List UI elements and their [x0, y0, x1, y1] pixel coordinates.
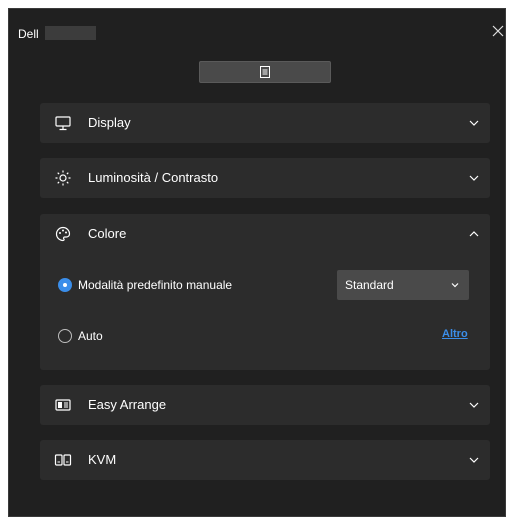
model-name-redacted: [45, 26, 96, 40]
title-bar: Dell: [9, 9, 505, 49]
preset-select-value: Standard: [345, 278, 394, 292]
section-easy-arrange: Easy Arrange: [40, 385, 490, 425]
chevron-down-icon: [469, 402, 479, 408]
section-kvm-label: KVM: [88, 452, 117, 467]
close-icon: [492, 25, 504, 37]
section-kvm: KVM: [40, 440, 490, 480]
auto-label: Auto: [78, 329, 103, 343]
kvm-icon: [54, 454, 72, 466]
auto-radio[interactable]: [58, 329, 72, 343]
chevron-down-icon: [451, 283, 459, 288]
section-display: Display: [40, 103, 490, 143]
palette-icon: [55, 226, 71, 242]
section-display-label: Display: [88, 115, 131, 130]
close-button[interactable]: [491, 24, 505, 38]
section-color: Colore Modalità predefinito manuale Stan…: [40, 214, 490, 370]
chevron-down-icon: [469, 120, 479, 126]
chevron-up-icon: [469, 231, 479, 237]
more-link[interactable]: Altro: [442, 328, 468, 341]
manual-preset-radio[interactable]: [58, 278, 72, 292]
layout-icon: [55, 399, 71, 411]
manual-preset-label: Modalità predefinito manuale: [78, 278, 233, 292]
section-easy-arrange-header[interactable]: Easy Arrange: [40, 385, 490, 425]
app-window: Dell Display Luminosità / Contrasto Colo…: [8, 8, 506, 517]
menu-button[interactable]: [199, 61, 331, 83]
chevron-down-icon: [469, 457, 479, 463]
preset-select[interactable]: Standard: [337, 270, 469, 300]
section-display-header[interactable]: Display: [40, 103, 490, 143]
manual-preset-option[interactable]: Modalità predefinito manuale: [58, 278, 232, 292]
chevron-down-icon: [469, 175, 479, 181]
section-kvm-header[interactable]: KVM: [40, 440, 490, 480]
section-color-label: Colore: [88, 226, 127, 241]
document-list-icon: [260, 66, 270, 78]
monitor-icon: [55, 116, 71, 131]
section-brightness-header[interactable]: Luminosità / Contrasto: [40, 158, 490, 198]
auto-option[interactable]: Auto: [58, 329, 103, 343]
brand-label: Dell: [18, 27, 39, 41]
brightness-icon: [55, 170, 71, 186]
section-color-header[interactable]: Colore: [40, 214, 490, 254]
section-brightness-label: Luminosità / Contrasto: [88, 170, 219, 185]
section-easy-arrange-label: Easy Arrange: [88, 397, 167, 412]
section-brightness: Luminosità / Contrasto: [40, 158, 490, 198]
